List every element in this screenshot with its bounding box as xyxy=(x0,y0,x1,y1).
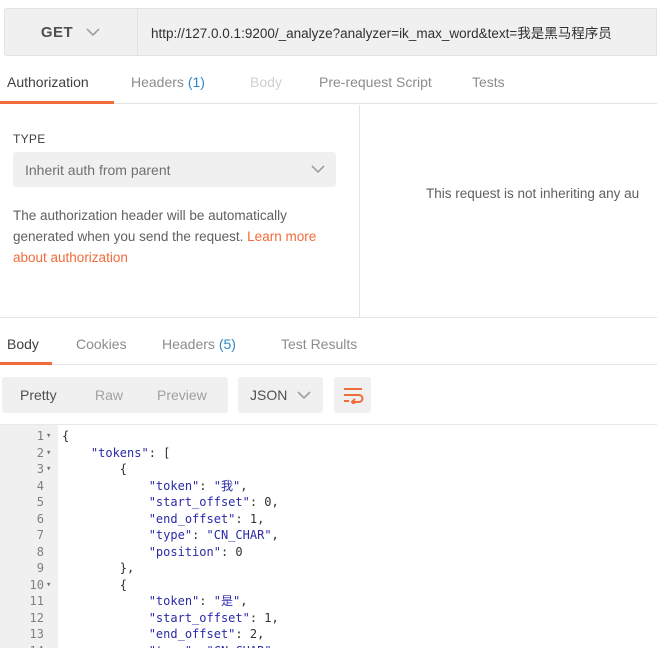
view-mode-group: Pretty Raw Preview xyxy=(2,377,228,413)
method-select[interactable]: GET xyxy=(4,8,138,56)
fold-toggle-icon[interactable]: ▾ xyxy=(46,428,51,445)
code-text: "token": "是", xyxy=(148,594,248,608)
line-number: 12 xyxy=(29,610,44,625)
line-number: 5 xyxy=(36,495,44,509)
line-number: 4 xyxy=(36,478,44,493)
tab-label: Body xyxy=(7,336,39,352)
active-tab-indicator xyxy=(0,362,52,365)
code-line: 6 "end_offset": 1, xyxy=(0,511,657,528)
format-select[interactable]: JSON xyxy=(238,377,323,413)
tab-response-headers[interactable]: Headers (5) xyxy=(162,336,236,352)
code-line: 3 ▾ { xyxy=(0,461,657,478)
response-tabs: Body Cookies Headers (5) Test Results xyxy=(0,318,657,365)
code-line: 2 ▾ "tokens": [ xyxy=(0,445,657,462)
tab-label: Headers xyxy=(162,336,215,352)
tab-label: Tests xyxy=(472,74,505,90)
code-line: 9 }, xyxy=(0,560,657,577)
method-label: GET xyxy=(40,23,74,41)
tab-response-body[interactable]: Body xyxy=(7,336,39,352)
format-value: JSON xyxy=(250,387,288,403)
line-number: 9 xyxy=(36,561,44,575)
fold-toggle-icon[interactable]: ▾ xyxy=(46,577,51,594)
tab-headers[interactable]: Headers (1) xyxy=(131,74,205,90)
code-text: "tokens": [ xyxy=(90,445,171,460)
tab-pre-request-script[interactable]: Pre-request Script xyxy=(319,74,432,90)
code-text: "end_offset": 1, xyxy=(148,511,265,526)
code-text: "start_offset": 0, xyxy=(148,495,279,509)
tab-authorization[interactable]: Authorization xyxy=(7,74,89,90)
code-line: 1 ▾ { xyxy=(0,428,657,445)
code-text: { xyxy=(62,577,128,592)
fold-toggle-icon[interactable]: ▾ xyxy=(46,461,51,478)
code-text: "token": "我", xyxy=(148,478,248,493)
tab-body[interactable]: Body xyxy=(250,74,282,90)
request-tabs: Authorization Headers (1) Body Pre-reque… xyxy=(0,62,657,104)
fold-toggle-icon[interactable]: ▾ xyxy=(46,445,51,462)
code-line: 4 "token": "我", xyxy=(0,478,657,495)
code-line: 12 "start_offset": 1, xyxy=(0,610,657,627)
chevron-down-icon xyxy=(297,391,311,400)
code-line: 10 ▾ { xyxy=(0,577,657,594)
url-input[interactable]: http://127.0.0.1:9200/_analyze?analyzer=… xyxy=(138,8,657,56)
tab-label: Test Results xyxy=(281,336,358,352)
tab-label: Headers xyxy=(131,74,184,90)
wrap-lines-icon xyxy=(343,388,363,404)
tab-test-results[interactable]: Test Results xyxy=(281,336,357,352)
chevron-down-icon xyxy=(86,28,100,37)
tab-count: (5) xyxy=(218,336,236,352)
tab-label: Cookies xyxy=(76,336,127,352)
auth-panel: TYPE Inherit auth from parent The author… xyxy=(0,105,360,317)
code-line: 11 "token": "是", xyxy=(0,593,657,610)
auth-type-label: TYPE xyxy=(13,132,46,146)
raw-button[interactable]: Raw xyxy=(95,387,123,403)
code-line: 13 "end_offset": 2, xyxy=(0,626,657,643)
response-body-code[interactable]: 1 ▾{2 ▾ "tokens": [3 ▾ {4 "token": "我", 5 "s… xyxy=(0,424,657,648)
code-line: 7 "type": "CN_CHAR", xyxy=(0,527,657,544)
bottom-edge xyxy=(0,648,657,661)
code-text: "position": 0 xyxy=(148,544,243,559)
wrap-lines-button[interactable] xyxy=(334,377,371,413)
line-number: 6 xyxy=(36,511,44,526)
line-number: 13 xyxy=(29,627,44,641)
code-text: "start_offset": 1, xyxy=(148,610,279,625)
line-number: 8 xyxy=(36,544,44,559)
chevron-down-icon xyxy=(311,165,325,174)
pretty-button[interactable]: Pretty xyxy=(20,387,57,403)
code-text: "end_offset": 2, xyxy=(148,627,265,641)
tab-label: Authorization xyxy=(7,74,89,90)
code-text: { xyxy=(62,429,70,443)
line-number: 2 xyxy=(36,445,44,460)
tab-tests[interactable]: Tests xyxy=(472,74,505,90)
code-text: { xyxy=(62,462,128,476)
code-line: 8 "position": 0 xyxy=(0,544,657,561)
auth-type-value: Inherit auth from parent xyxy=(25,161,171,178)
auth-type-select[interactable]: Inherit auth from parent xyxy=(13,152,336,187)
auth-description-text: The authorization header will be automat… xyxy=(13,208,287,244)
preview-button[interactable]: Preview xyxy=(157,387,207,403)
line-number: 3 xyxy=(36,462,44,476)
line-number: 1 xyxy=(36,429,44,443)
tab-label: Body xyxy=(250,74,282,90)
line-number: 7 xyxy=(36,528,44,542)
line-number: 10 xyxy=(29,577,44,592)
code-text: "type": "CN_CHAR", xyxy=(148,528,279,542)
tab-label: Pre-request Script xyxy=(319,74,432,90)
line-number: 11 xyxy=(29,594,44,608)
code-line: 5 "start_offset": 0, xyxy=(0,494,657,511)
code-text: }, xyxy=(62,561,135,575)
auth-inherit-message: This request is not inheriting any au xyxy=(426,186,640,201)
auth-description: The authorization header will be automat… xyxy=(13,205,343,268)
tab-count: (1) xyxy=(187,74,205,90)
tab-cookies[interactable]: Cookies xyxy=(76,336,127,352)
active-tab-indicator xyxy=(0,101,114,104)
request-bar: GET http://127.0.0.1:9200/_analyze?analy… xyxy=(0,0,657,62)
